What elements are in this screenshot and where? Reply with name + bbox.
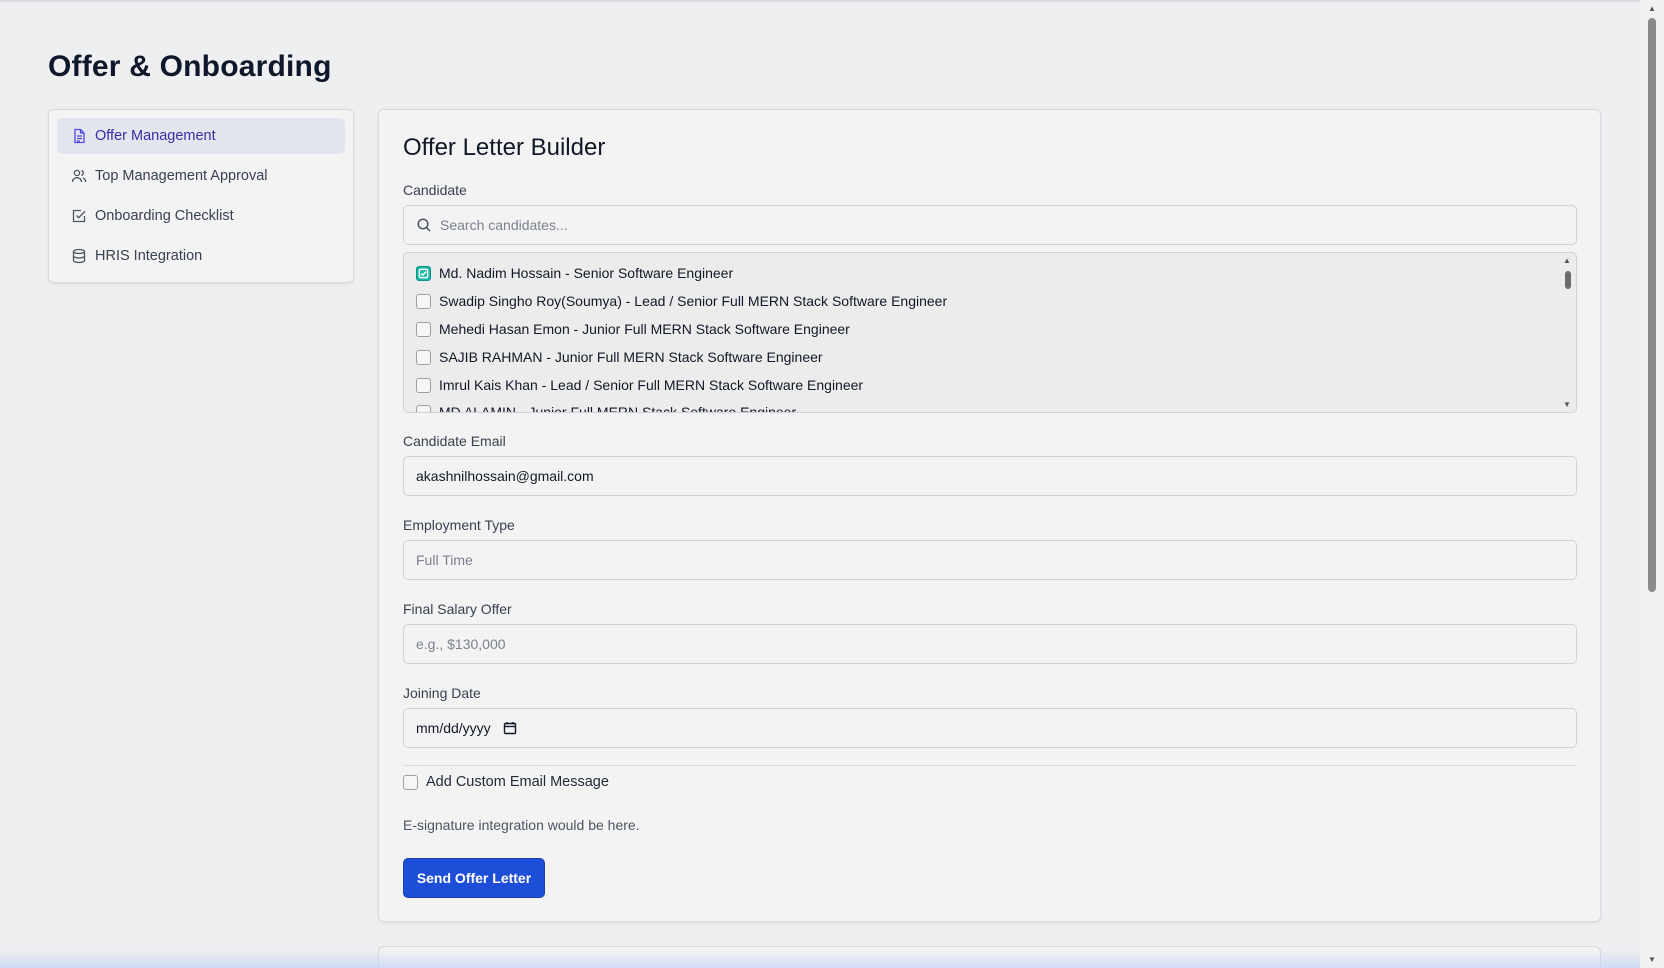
email-label: Candidate Email [403,433,506,449]
checkbox-icon[interactable] [416,349,431,365]
candidate-search-input[interactable]: Search candidates... [403,205,1577,245]
candidate-list[interactable]: Md. Nadim Hossain - Senior Software Engi… [403,252,1577,413]
top-border [0,0,1640,2]
checkbox-icon[interactable] [416,404,431,412]
candidate-option-label: SAJIB RAHMAN - Junior Full MERN Stack So… [439,349,823,365]
offer-letter-builder-card: Offer Letter Builder Candidate Search ca… [378,109,1601,922]
sidebar-item-label: Onboarding Checklist [95,208,234,224]
document-icon [71,128,87,144]
salary-placeholder: e.g., $130,000 [416,636,506,652]
scroll-thumb[interactable] [1648,18,1656,592]
candidate-option[interactable]: Mehedi Hasan Emon - Junior Full MERN Sta… [416,321,850,337]
scroll-up-icon[interactable]: ▲ [1648,4,1656,13]
sidebar-item-hris-integration[interactable]: HRIS Integration [57,238,345,274]
candidate-option-label: Imrul Kais Khan - Lead / Senior Full MER… [439,377,864,393]
candidate-option[interactable]: Swadip Singho Roy(Soumya) - Lead / Senio… [416,293,947,309]
joining-date-field[interactable]: mm/dd/yyyy [403,708,1577,748]
sidebar-item-top-management-approval[interactable]: Top Management Approval [57,158,345,194]
candidate-option-label: Md. Nadim Hossain - Senior Software Engi… [439,265,734,281]
page-title: Offer & Onboarding [48,50,332,83]
sidebar-item-label: Offer Management [95,128,216,144]
divider [403,765,1577,766]
custom-email-label: Add Custom Email Message [426,774,609,790]
salary-label: Final Salary Offer [403,601,512,617]
candidate-option[interactable]: SAJIB RAHMAN - Junior Full MERN Stack So… [416,349,823,365]
sidebar: Offer Management Top Management Approval… [48,109,354,283]
email-value: akashnilhossain@gmail.com [416,468,594,484]
candidate-option[interactable]: Md. Nadim Hossain - Senior Software Engi… [416,265,733,281]
checkbox-icon[interactable] [416,377,431,393]
scroll-down-icon[interactable]: ▼ [1563,400,1571,409]
card-title: Offer Letter Builder [403,134,606,161]
checkbox-icon[interactable] [416,321,431,337]
database-icon [71,248,87,264]
employment-type-label: Employment Type [403,517,515,533]
check-square-icon [71,208,87,224]
employment-type-value: Full Time [416,552,473,568]
esignature-note: E-signature integration would be here. [403,817,640,833]
search-icon [416,217,432,233]
scroll-thumb[interactable] [1565,271,1571,289]
candidate-option-label: MD ALAMIN - Junior Full MERN Stack Softw… [439,404,797,413]
candidate-label: Candidate [403,182,467,198]
scroll-down-icon[interactable]: ▼ [1648,955,1656,964]
send-offer-letter-button[interactable]: Send Offer Letter [403,858,545,898]
checkbox-icon[interactable] [403,774,418,790]
checkbox-icon[interactable] [416,293,431,309]
candidate-option-label: Swadip Singho Roy(Soumya) - Lead / Senio… [439,293,948,309]
scroll-up-icon[interactable]: ▲ [1563,256,1571,265]
candidate-option-label: Mehedi Hasan Emon - Junior Full MERN Sta… [439,321,850,337]
joining-date-label: Joining Date [403,685,481,701]
candidate-option[interactable]: Imrul Kais Khan - Lead / Senior Full MER… [416,377,863,393]
custom-email-toggle[interactable]: Add Custom Email Message [403,774,609,790]
email-field[interactable]: akashnilhossain@gmail.com [403,456,1577,496]
search-placeholder: Search candidates... [440,217,568,233]
page-scrollbar[interactable]: ▲ ▼ [1640,0,1664,968]
salary-field[interactable]: e.g., $130,000 [403,624,1577,664]
sidebar-item-label: HRIS Integration [95,248,203,264]
employment-type-field[interactable]: Full Time [403,540,1577,580]
sidebar-item-label: Top Management Approval [95,168,268,184]
bottom-fade [0,950,1640,968]
checkbox-checked-icon[interactable] [416,265,431,281]
calendar-icon[interactable] [503,721,517,735]
joining-date-placeholder: mm/dd/yyyy [416,720,491,736]
users-icon [71,168,87,184]
candidate-list-scrollbar[interactable]: ▲ ▼ [1560,253,1576,412]
candidate-option[interactable]: MD ALAMIN - Junior Full MERN Stack Softw… [416,404,797,413]
sidebar-item-onboarding-checklist[interactable]: Onboarding Checklist [57,198,345,234]
sidebar-item-offer-management[interactable]: Offer Management [57,118,345,154]
